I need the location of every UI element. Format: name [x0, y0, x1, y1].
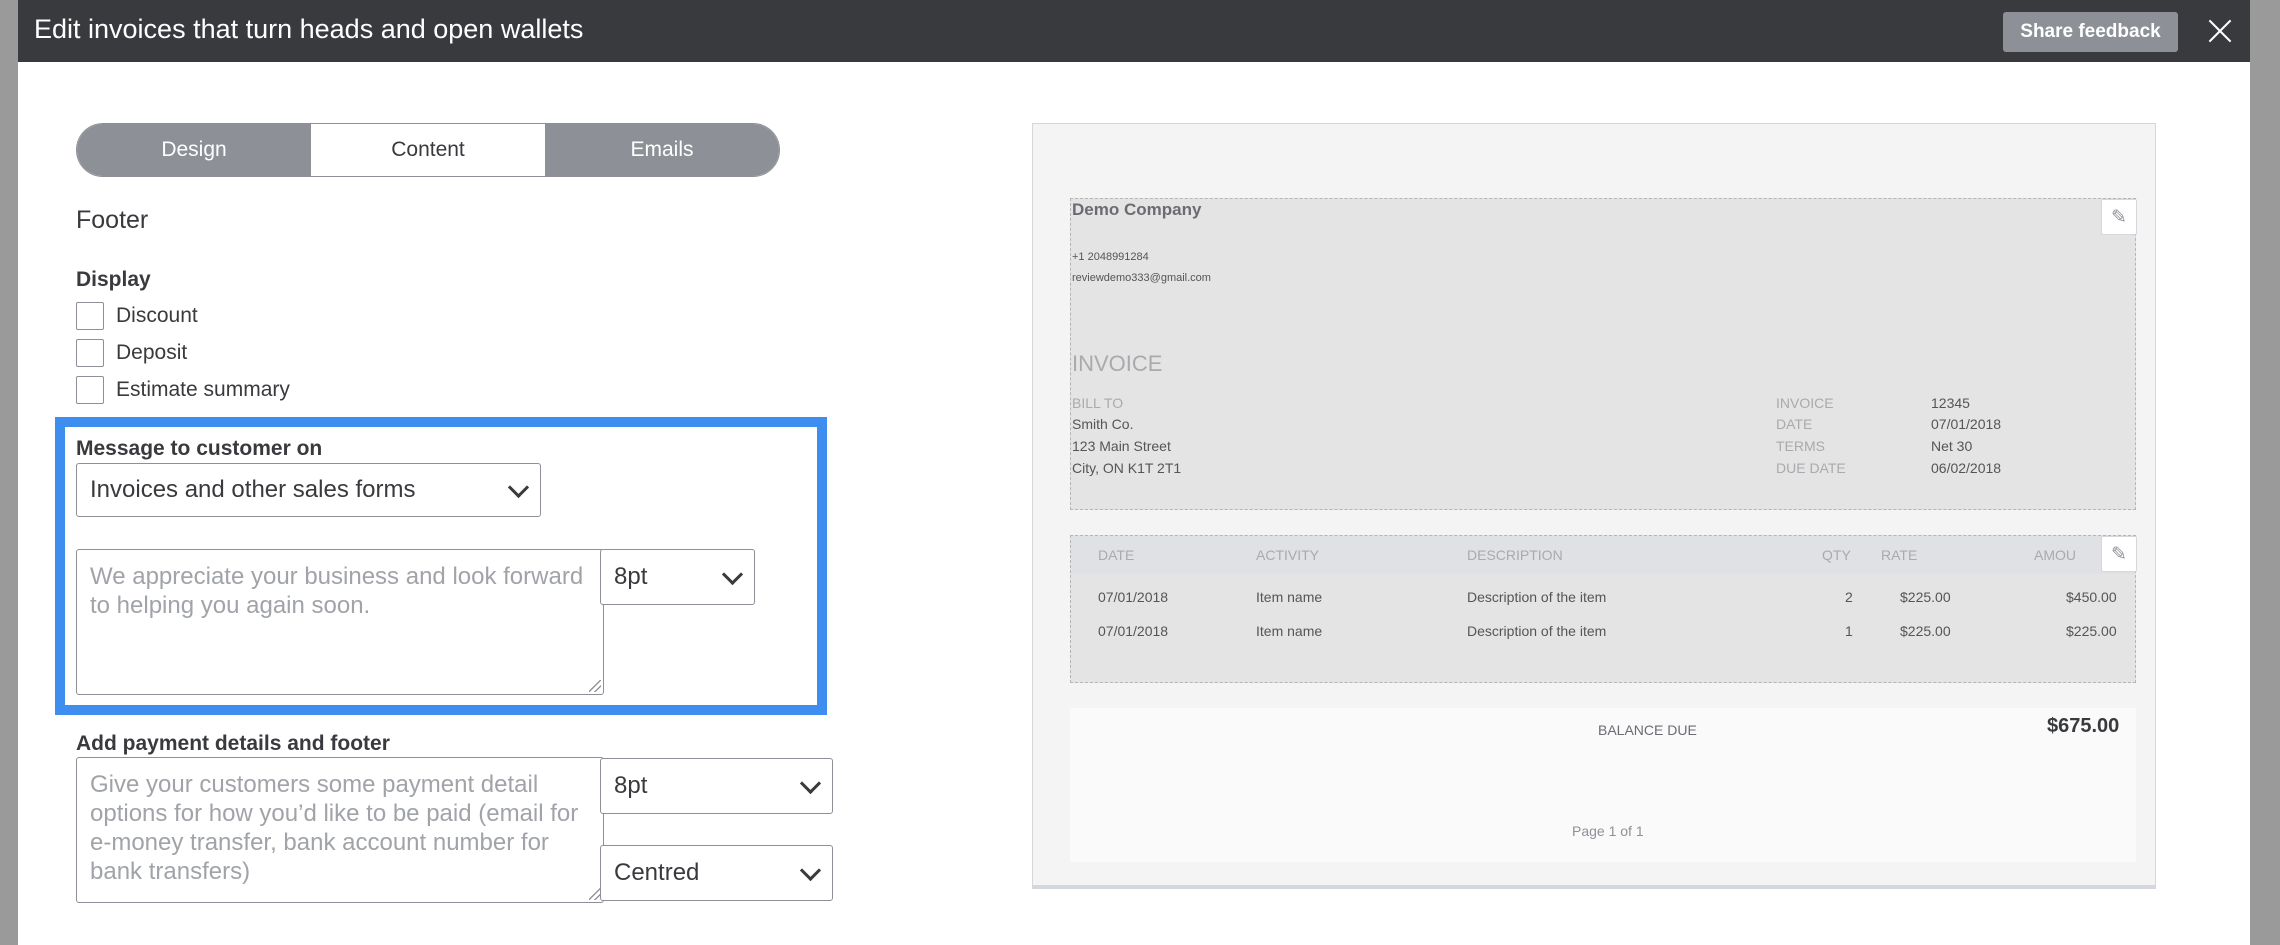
preview-meta-label: INVOICE: [1776, 395, 1834, 411]
preview-divider: [1032, 885, 2156, 889]
payment-textarea[interactable]: Give your customers some payment detail …: [76, 757, 604, 903]
payment-alignment-select[interactable]: Centred: [600, 845, 833, 901]
option-discount[interactable]: Discount: [76, 301, 198, 331]
chevron-down-icon: [799, 772, 822, 795]
preview-col-amount: AMOU: [2034, 547, 2076, 563]
modal-header: Edit invoices that turn heads and open w…: [18, 0, 2250, 62]
option-deposit[interactable]: Deposit: [76, 338, 187, 368]
preview-meta-value: Net 30: [1931, 438, 1973, 454]
tab-design[interactable]: Design: [77, 124, 311, 176]
preview-cell: 07/01/2018: [1098, 589, 1169, 605]
preview-cell: 1: [1845, 623, 1853, 639]
preview-cell: $450.00: [2066, 589, 2117, 605]
preview-balance-value: $675.00: [2047, 715, 2120, 737]
payment-alignment-value: Centred: [614, 859, 700, 886]
preview-items-block[interactable]: ✎: [1070, 535, 2137, 683]
message-font-size-select[interactable]: 8pt: [600, 549, 755, 605]
payment-font-size-select[interactable]: 8pt: [600, 758, 833, 814]
close-icon[interactable]: [2203, 14, 2237, 48]
preview-cell: $225.00: [1900, 623, 1951, 639]
tab-emails[interactable]: Emails: [545, 124, 779, 176]
message-form-value: Invoices and other sales forms: [90, 476, 416, 503]
chevron-down-icon: [721, 563, 744, 586]
chevron-down-icon: [799, 859, 822, 882]
preview-col-qty: QTY: [1822, 547, 1851, 563]
message-form-select[interactable]: Invoices and other sales forms: [76, 463, 541, 517]
preview-meta-label: DUE DATE: [1776, 460, 1846, 476]
preview-cell: $225.00: [1900, 589, 1951, 605]
preview-cell: Item name: [1256, 589, 1323, 605]
preview-cell: Description of the item: [1467, 623, 1607, 639]
pencil-icon[interactable]: ✎: [2101, 199, 2137, 235]
deposit-label: Deposit: [116, 341, 188, 364]
chevron-down-icon: [507, 476, 530, 499]
preview-doc-title: INVOICE: [1072, 351, 1163, 376]
tab-content[interactable]: Content: [311, 124, 545, 176]
share-feedback-button[interactable]: Share feedback: [2003, 12, 2178, 52]
preview-bill-to-line: Smith Co.: [1072, 416, 1134, 432]
preview-bill-to-line: 123 Main Street: [1072, 438, 1171, 454]
display-label: Display: [76, 268, 151, 291]
preview-cell: Item name: [1256, 623, 1323, 639]
discount-label: Discount: [116, 304, 198, 327]
message-textarea[interactable]: We appreciate your business and look for…: [76, 549, 604, 695]
preview-meta-value: 07/01/2018: [1931, 416, 2002, 432]
preview-meta-value: 06/02/2018: [1931, 460, 2002, 476]
preview-cell: $225.00: [2066, 623, 2117, 639]
preview-col-activity: ACTIVITY: [1256, 547, 1320, 563]
preview-meta-label: DATE: [1776, 416, 1813, 432]
estimate-summary-label: Estimate summary: [116, 378, 290, 401]
editor-tabs: Design Content Emails: [76, 123, 780, 177]
preview-company: Demo Company: [1072, 200, 1202, 219]
preview-phone: +1 2048991284: [1072, 251, 1149, 263]
preview-cell: 2: [1845, 589, 1853, 605]
preview-col-rate: RATE: [1881, 547, 1918, 563]
resize-handle-icon[interactable]: [589, 680, 601, 692]
message-label: Message to customer on: [76, 437, 323, 460]
payment-label: Add payment details and footer: [76, 732, 390, 755]
section-title: Footer: [76, 206, 149, 234]
modal-title: Edit invoices that turn heads and open w…: [34, 14, 584, 44]
preview-col-date: DATE: [1098, 547, 1135, 563]
deposit-checkbox[interactable]: [76, 339, 104, 367]
preview-cell: 07/01/2018: [1098, 623, 1169, 639]
payment-placeholder: Give your customers some payment detail …: [90, 771, 579, 885]
preview-meta-value: 12345: [1931, 395, 1970, 411]
preview-page-label: Page 1 of 1: [1572, 823, 1644, 839]
message-font-size-value: 8pt: [614, 563, 648, 590]
message-placeholder: We appreciate your business and look for…: [90, 563, 584, 619]
preview-items-header: [1071, 536, 2135, 574]
preview-email: reviewdemo333@gmail.com: [1072, 272, 1211, 284]
estimate-summary-checkbox[interactable]: [76, 376, 104, 404]
preview-meta-label: TERMS: [1776, 438, 1825, 454]
preview-bill-to-label: BILL TO: [1072, 395, 1124, 411]
preview-balance-label: BALANCE DUE: [1598, 722, 1697, 738]
preview-cell: Description of the item: [1467, 589, 1607, 605]
pencil-icon[interactable]: ✎: [2101, 536, 2137, 572]
preview-col-description: DESCRIPTION: [1467, 547, 1563, 563]
preview-bill-to-line: City, ON K1T 2T1: [1072, 460, 1182, 476]
option-estimate-summary[interactable]: Estimate summary: [76, 375, 290, 405]
payment-font-size-value: 8pt: [614, 772, 648, 799]
discount-checkbox[interactable]: [76, 302, 104, 330]
